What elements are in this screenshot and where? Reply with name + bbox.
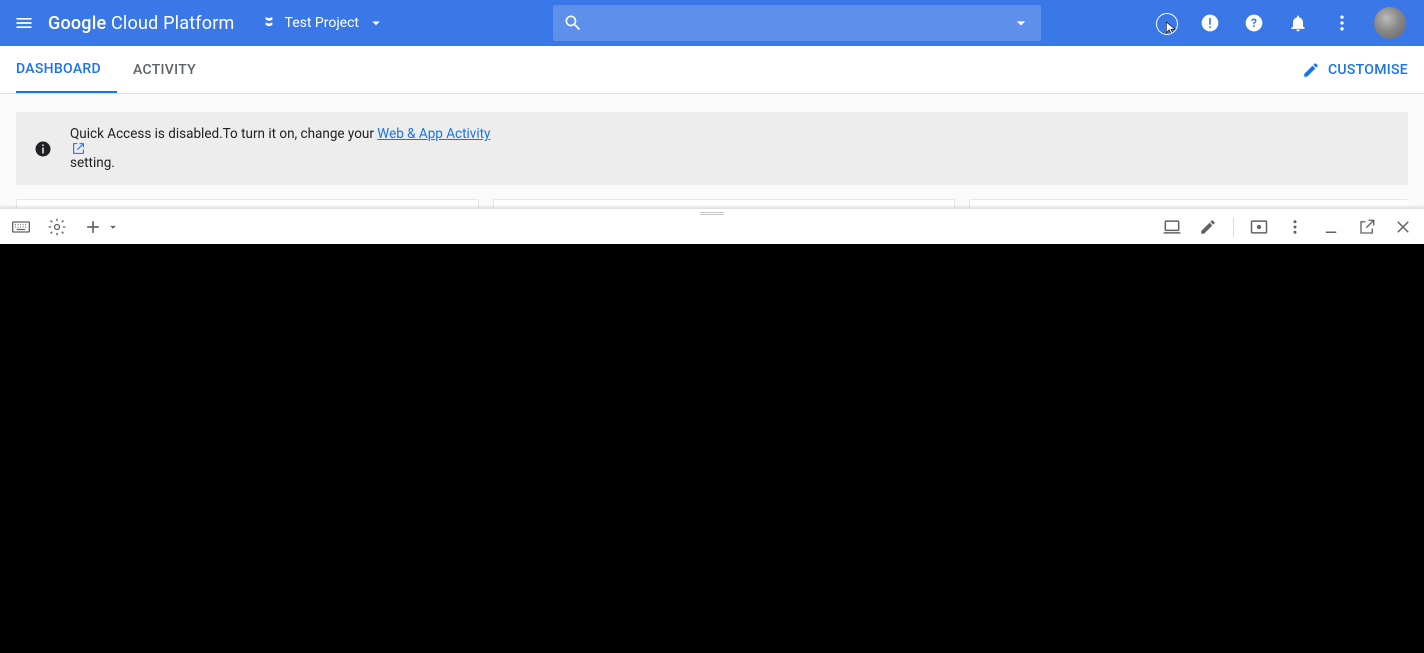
shell-more-button[interactable]	[1284, 216, 1306, 238]
more-vert-icon	[1286, 218, 1304, 236]
new-tab-button[interactable]	[82, 216, 104, 238]
laptop-icon	[1162, 217, 1182, 237]
customise-button[interactable]: CUSTOMISE	[1302, 46, 1408, 93]
close-icon	[1394, 218, 1412, 236]
external-link-icon	[72, 142, 85, 155]
customise-label: CUSTOMISE	[1328, 62, 1408, 78]
bell-icon	[1288, 13, 1308, 33]
tab-dashboard[interactable]: DASHBOARD	[16, 46, 117, 93]
open-new-window-button[interactable]	[1356, 216, 1378, 238]
banner-text: Quick Access is disabled.To turn it on, …	[70, 126, 490, 171]
top-header: Google Cloud Platform Test Project ?	[0, 0, 1424, 46]
help-button[interactable]: ?	[1242, 11, 1266, 35]
help-icon: ?	[1244, 13, 1264, 33]
minimize-button[interactable]	[1320, 216, 1342, 238]
info-banner: Quick Access is disabled.To turn it on, …	[16, 112, 1408, 185]
cloud-shell-panel	[0, 208, 1424, 653]
plus-icon	[83, 217, 103, 237]
preview-icon	[1249, 217, 1269, 237]
svg-text:?: ?	[1251, 16, 1257, 30]
pencil-icon	[1302, 61, 1320, 79]
notifications-button[interactable]	[1286, 11, 1310, 35]
gear-icon	[47, 217, 67, 237]
cloud-shell-toolbar	[0, 208, 1424, 244]
product-logo: Google Cloud Platform	[48, 13, 235, 34]
edit-button[interactable]	[1197, 216, 1219, 238]
tab-bar: DASHBOARD ACTIVITY CUSTOMISE	[0, 46, 1424, 94]
project-picker[interactable]: Test Project	[253, 10, 393, 36]
terminal-area[interactable]	[0, 244, 1424, 653]
more-button[interactable]	[1330, 11, 1354, 35]
account-avatar[interactable]	[1374, 7, 1406, 39]
header-actions: ?	[1154, 7, 1424, 39]
dashboard-content: Quick Access is disabled.To turn it on, …	[0, 94, 1424, 208]
divider	[1233, 217, 1234, 237]
cloud-shell-button[interactable]	[1154, 11, 1178, 35]
minimize-icon	[1322, 218, 1340, 236]
tab-activity[interactable]: ACTIVITY	[117, 46, 212, 93]
search-dropdown-icon[interactable]	[1011, 13, 1031, 33]
new-tab-dropdown[interactable]	[106, 216, 120, 238]
keyboard-icon	[11, 217, 31, 237]
more-vert-icon	[1332, 13, 1352, 33]
project-name: Test Project	[285, 15, 359, 31]
alert-icon	[1200, 13, 1220, 33]
cursor-icon	[1164, 21, 1178, 35]
menu-button[interactable]	[0, 13, 48, 33]
search-input[interactable]	[553, 5, 1041, 41]
open-in-new-icon	[1358, 218, 1376, 236]
pencil-icon	[1199, 218, 1217, 236]
resize-handle[interactable]	[700, 212, 724, 215]
dropdown-small-icon	[106, 220, 120, 234]
keyboard-button[interactable]	[10, 216, 32, 238]
search-icon	[563, 13, 583, 33]
web-preview-button[interactable]	[1248, 216, 1270, 238]
hamburger-icon	[14, 13, 34, 33]
dropdown-icon	[367, 14, 385, 32]
info-icon	[34, 140, 52, 158]
open-editor-button[interactable]	[1161, 216, 1183, 238]
project-scope-icon	[261, 15, 277, 31]
close-button[interactable]	[1392, 216, 1414, 238]
alerts-button[interactable]	[1198, 11, 1222, 35]
settings-button[interactable]	[46, 216, 68, 238]
